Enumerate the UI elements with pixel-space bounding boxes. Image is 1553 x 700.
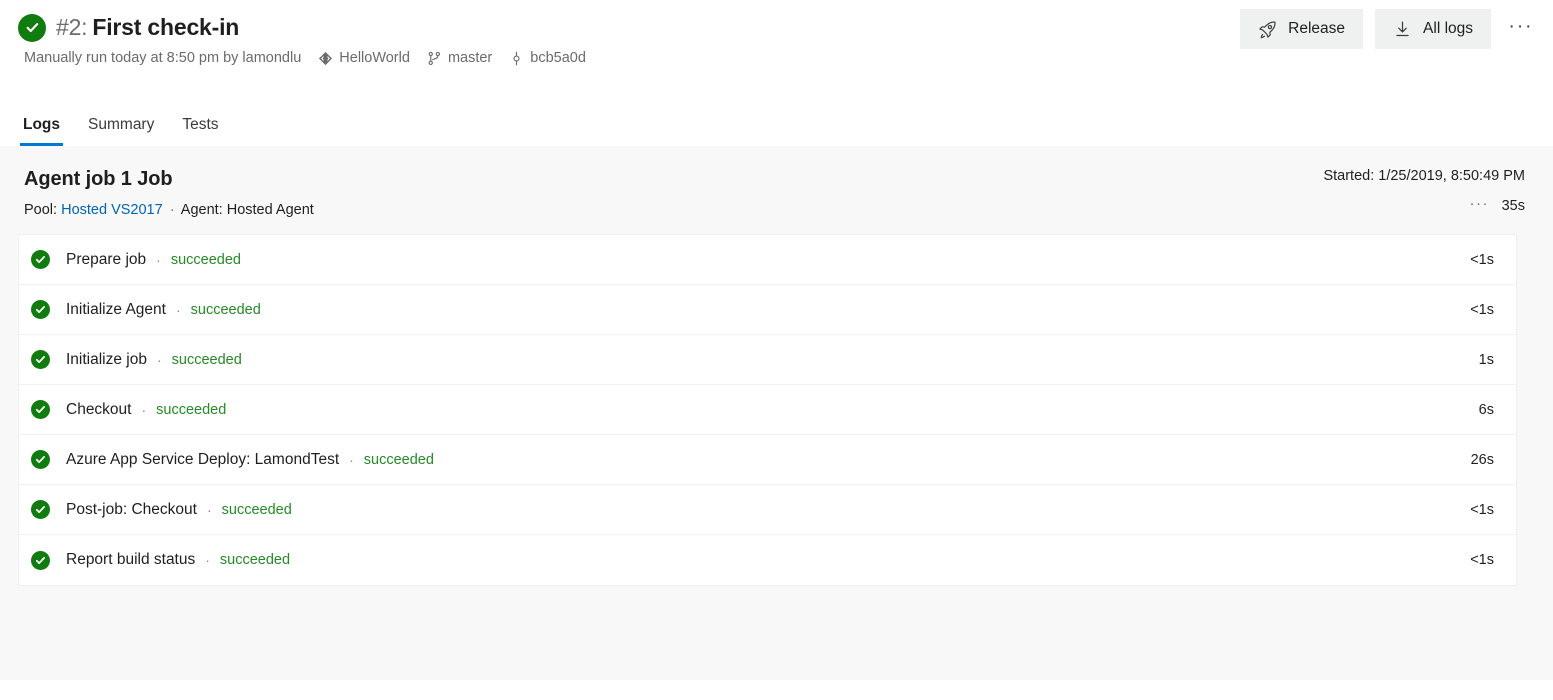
agent-text: Agent: Hosted Agent bbox=[180, 202, 314, 218]
branch-icon bbox=[427, 51, 442, 66]
status-badge: succeeded bbox=[219, 552, 291, 568]
build-metadata: Manually run today at 8:50 pm by lamondl… bbox=[18, 50, 1535, 66]
step-duration: 1s bbox=[1478, 351, 1494, 368]
step-duration: 26s bbox=[1470, 451, 1494, 468]
repository-icon bbox=[318, 51, 333, 66]
step-separator: · bbox=[156, 251, 161, 268]
step-separator: · bbox=[206, 501, 212, 518]
success-check-icon bbox=[31, 300, 50, 319]
header-actions: Release All logs ··· bbox=[1228, 9, 1539, 49]
step-separator: · bbox=[157, 351, 162, 368]
rocket-icon bbox=[1258, 20, 1277, 39]
step-name: Checkout bbox=[66, 400, 132, 418]
table-row[interactable]: Initialize Agent · succeeded <1s bbox=[19, 285, 1516, 335]
step-duration: <1s bbox=[1470, 301, 1494, 318]
release-button[interactable]: Release bbox=[1240, 9, 1364, 49]
step-name: Prepare job bbox=[66, 250, 147, 268]
subtitle-separator: · bbox=[169, 202, 175, 218]
table-row[interactable]: Azure App Service Deploy: LamondTest · s… bbox=[19, 435, 1516, 485]
step-duration: <1s bbox=[1470, 251, 1494, 268]
status-badge: succeeded bbox=[190, 301, 261, 318]
success-check-icon bbox=[31, 550, 50, 570]
table-row[interactable]: Prepare job · succeeded <1s bbox=[19, 235, 1516, 285]
commit-icon bbox=[509, 51, 524, 66]
job-subtitle: Pool: Hosted VS2017 · Agent: Hosted Agen… bbox=[24, 202, 1527, 218]
status-badge: succeeded bbox=[156, 401, 227, 418]
success-check-icon bbox=[31, 250, 50, 269]
build-number: #2: bbox=[56, 14, 88, 40]
step-duration: <1s bbox=[1470, 501, 1494, 518]
commit-hash: bcb5a0d bbox=[530, 50, 586, 66]
tab-bar: Logs Summary Tests bbox=[0, 97, 1553, 146]
job-title: Agent job 1 Job bbox=[24, 168, 173, 190]
status-badge: succeeded bbox=[171, 351, 242, 368]
job-duration-row: ··· 35s bbox=[1323, 196, 1526, 215]
job-meta-right: Started: 1/25/2019, 8:50:49 PM ··· 35s bbox=[1323, 168, 1525, 215]
step-name: Initialize Agent bbox=[66, 300, 166, 318]
commit-link[interactable]: bcb5a0d bbox=[509, 50, 586, 66]
download-icon bbox=[1393, 20, 1412, 39]
pool-label: Pool: bbox=[24, 202, 58, 218]
job-duration: 35s bbox=[1501, 197, 1525, 214]
table-row[interactable]: Report build status · succeeded <1s bbox=[19, 535, 1516, 585]
step-separator: · bbox=[349, 451, 354, 468]
more-options-button[interactable]: ··· bbox=[1503, 9, 1539, 49]
tab-summary[interactable]: Summary bbox=[85, 116, 157, 146]
release-button-label: Release bbox=[1288, 20, 1346, 37]
job-started-time: Started: 1/25/2019, 8:50:49 PM bbox=[1323, 168, 1525, 184]
table-row[interactable]: Post-job: Checkout · succeeded <1s bbox=[19, 485, 1516, 535]
status-badge: succeeded bbox=[170, 251, 241, 268]
pool-link[interactable]: Hosted VS2017 bbox=[61, 202, 163, 218]
branch-link[interactable]: master bbox=[427, 50, 492, 66]
table-row[interactable]: Initialize job · succeeded 1s bbox=[19, 335, 1516, 385]
logs-content: Agent job 1 Job Pool: Hosted VS2017 · Ag… bbox=[0, 146, 1553, 680]
branch-name: master bbox=[447, 50, 493, 66]
step-name: Initialize job bbox=[66, 350, 147, 368]
success-check-icon bbox=[31, 450, 50, 469]
run-info-text: Manually run today at 8:50 pm by lamondl… bbox=[24, 50, 302, 66]
status-badge: succeeded bbox=[363, 451, 434, 468]
tab-tests[interactable]: Tests bbox=[179, 116, 221, 146]
step-name: Report build status bbox=[66, 551, 196, 568]
step-duration: <1s bbox=[1470, 552, 1494, 568]
repository-link[interactable]: HelloWorld bbox=[318, 50, 410, 66]
all-logs-button-label: All logs bbox=[1423, 20, 1473, 37]
tab-logs[interactable]: Logs bbox=[20, 116, 64, 146]
success-check-icon bbox=[31, 400, 50, 419]
repository-name: HelloWorld bbox=[339, 50, 410, 66]
status-badge: succeeded bbox=[221, 501, 292, 518]
step-separator: · bbox=[141, 401, 147, 418]
success-check-icon bbox=[31, 350, 50, 369]
steps-list: Prepare job · succeeded <1s Initialize A… bbox=[18, 234, 1517, 586]
step-separator: · bbox=[205, 552, 210, 568]
success-check-icon bbox=[18, 13, 46, 42]
all-logs-button[interactable]: All logs bbox=[1375, 9, 1491, 49]
success-check-icon bbox=[31, 500, 50, 519]
page-header: #2: First check-in Manually run today at… bbox=[0, 0, 1553, 97]
step-separator: · bbox=[175, 301, 181, 318]
step-name: Post-job: Checkout bbox=[66, 500, 197, 518]
job-header: Agent job 1 Job Pool: Hosted VS2017 · Ag… bbox=[18, 146, 1535, 234]
step-name: Azure App Service Deploy: LamondTest bbox=[66, 450, 340, 468]
step-duration: 6s bbox=[1478, 401, 1494, 418]
job-more-options-button[interactable]: ··· bbox=[1470, 196, 1490, 215]
page-title: First check-in bbox=[92, 14, 240, 40]
table-row[interactable]: Checkout · succeeded 6s bbox=[19, 385, 1516, 435]
